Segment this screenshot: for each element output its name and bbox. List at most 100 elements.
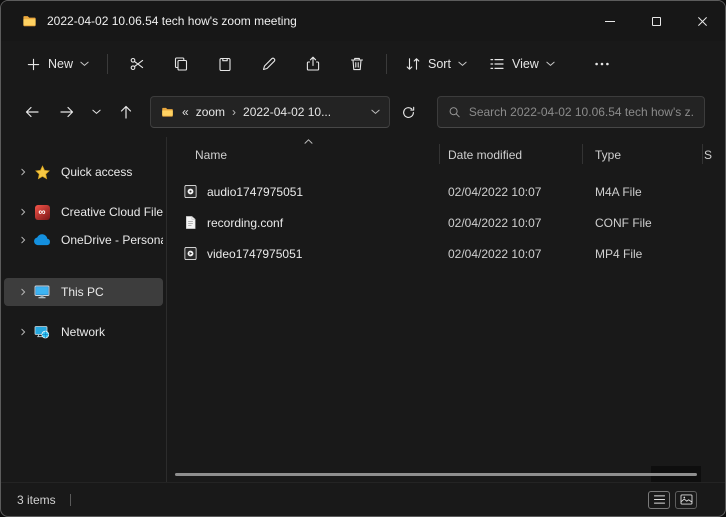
sort-button[interactable]: Sort: [394, 49, 478, 79]
sidebar-item-label: This PC: [61, 285, 104, 299]
sort-button-label: Sort: [428, 57, 451, 71]
breadcrumb-item-zoom[interactable]: zoom: [196, 105, 225, 119]
new-button-label: New: [48, 57, 74, 71]
file-rows: audio1747975051 02/04/2022 10:07 M4A Fil…: [167, 176, 725, 269]
file-type: M4A File: [595, 184, 642, 199]
horizontal-scrollbar[interactable]: [175, 473, 697, 476]
audio-file-icon: [167, 184, 207, 199]
sidebar-item-onedrive-personal[interactable]: OneDrive - Personal: [4, 226, 163, 254]
rename-button[interactable]: [247, 47, 291, 81]
more-options-button[interactable]: [580, 47, 624, 81]
video-file-icon: [167, 246, 207, 261]
column-header-date-modified[interactable]: Date modified: [448, 148, 522, 162]
column-divider[interactable]: [702, 144, 703, 164]
column-header-name[interactable]: Name: [195, 148, 227, 162]
file-list-header: Name Date modified Type S: [167, 137, 725, 171]
sidebar-item-quick-access[interactable]: Quick access: [4, 158, 163, 186]
forward-button[interactable]: [50, 96, 83, 128]
close-icon: [697, 16, 707, 26]
file-type: CONF File: [595, 215, 652, 230]
toolbar-divider: [386, 54, 388, 74]
network-icon: [32, 324, 52, 340]
file-explorer-window: 2022-04-02 10.06.54 tech how's zoom meet…: [0, 0, 726, 517]
toolbar-divider: [107, 54, 109, 74]
sidebar-item-this-pc[interactable]: This PC: [4, 278, 163, 306]
share-icon: [306, 56, 320, 71]
scissors-icon: [130, 57, 144, 71]
file-name: recording.conf: [207, 215, 284, 230]
sidebar-item-label: Quick access: [61, 165, 133, 179]
minimize-icon: [605, 20, 615, 22]
main-area: Quick access Creative Cloud Files OneDri…: [1, 137, 725, 482]
refresh-button[interactable]: [392, 96, 425, 128]
file-date-modified: 02/04/2022 10:07: [448, 215, 542, 230]
window-controls: [587, 1, 725, 41]
arrow-left-icon: [25, 106, 39, 118]
chevron-down-icon: [458, 61, 467, 67]
arrow-up-icon: [120, 105, 131, 119]
up-button[interactable]: [109, 96, 142, 128]
onedrive-cloud-icon: [32, 234, 52, 246]
search-icon: [449, 107, 460, 118]
folder-icon: [162, 107, 173, 117]
sidebar-item-network[interactable]: Network: [4, 318, 163, 346]
sidebar: Quick access Creative Cloud Files OneDri…: [1, 137, 167, 482]
creative-cloud-icon: [32, 204, 52, 220]
new-button[interactable]: New: [15, 50, 100, 79]
column-header-size[interactable]: S: [704, 148, 712, 162]
cut-button[interactable]: [115, 47, 159, 81]
star-icon: [32, 164, 52, 180]
ellipsis-icon: [595, 62, 609, 66]
paste-button[interactable]: [203, 47, 247, 81]
large-icons-view-button[interactable]: [675, 490, 697, 509]
column-header-type[interactable]: Type: [595, 148, 621, 162]
minimize-button[interactable]: [587, 1, 633, 41]
sidebar-item-label: Network: [61, 325, 106, 339]
search-input[interactable]: [468, 105, 694, 119]
file-row[interactable]: recording.conf 02/04/2022 10:07 CONF Fil…: [167, 207, 725, 238]
copy-button[interactable]: [159, 47, 203, 81]
breadcrumb-collapsed[interactable]: «: [182, 105, 189, 119]
monitor-icon: [32, 284, 52, 300]
column-divider[interactable]: [439, 144, 440, 164]
chevron-down-icon: [91, 109, 101, 115]
chevron-right-icon[interactable]: [14, 328, 32, 336]
chevron-right-icon[interactable]: [14, 236, 32, 244]
large-icons-view-icon: [680, 494, 692, 505]
command-bar: New Sort View: [1, 41, 725, 87]
search-box: [437, 96, 705, 128]
share-button[interactable]: [291, 47, 335, 81]
address-bar[interactable]: « zoom › 2022-04-02 10...: [150, 96, 390, 128]
view-button[interactable]: View: [478, 49, 566, 79]
details-view-icon: [653, 495, 665, 504]
copy-icon: [174, 57, 188, 71]
chevron-right-icon[interactable]: [14, 288, 32, 296]
details-view-button[interactable]: [648, 490, 670, 509]
view-button-label: View: [511, 57, 539, 71]
breadcrumb-item-current[interactable]: 2022-04-02 10...: [243, 105, 331, 119]
maximize-button[interactable]: [633, 1, 679, 41]
arrow-right-icon: [59, 106, 73, 118]
delete-button[interactable]: [335, 47, 379, 81]
folder-icon: [21, 14, 38, 29]
chevron-right-icon[interactable]: [14, 208, 32, 216]
sidebar-item-creative-cloud-files[interactable]: Creative Cloud Files: [4, 198, 163, 226]
chevron-right-icon[interactable]: [14, 168, 32, 176]
column-divider[interactable]: [582, 144, 583, 164]
rename-icon: [262, 57, 276, 71]
file-row[interactable]: video1747975051 02/04/2022 10:07 MP4 Fil…: [167, 238, 725, 269]
trash-icon: [350, 57, 364, 71]
maximize-icon: [651, 16, 661, 26]
file-name: video1747975051: [207, 246, 303, 261]
plus-icon: [27, 58, 40, 70]
view-toggles: [648, 490, 697, 509]
back-button[interactable]: [15, 96, 48, 128]
recent-locations-button[interactable]: [85, 96, 107, 128]
chevron-down-icon[interactable]: [371, 109, 380, 115]
file-row[interactable]: audio1747975051 02/04/2022 10:07 M4A Fil…: [167, 176, 725, 207]
status-divider: [69, 493, 71, 506]
view-icon: [490, 59, 504, 69]
file-list: Name Date modified Type S audio174797505…: [167, 137, 725, 482]
close-button[interactable]: [679, 1, 725, 41]
refresh-icon: [403, 106, 415, 118]
